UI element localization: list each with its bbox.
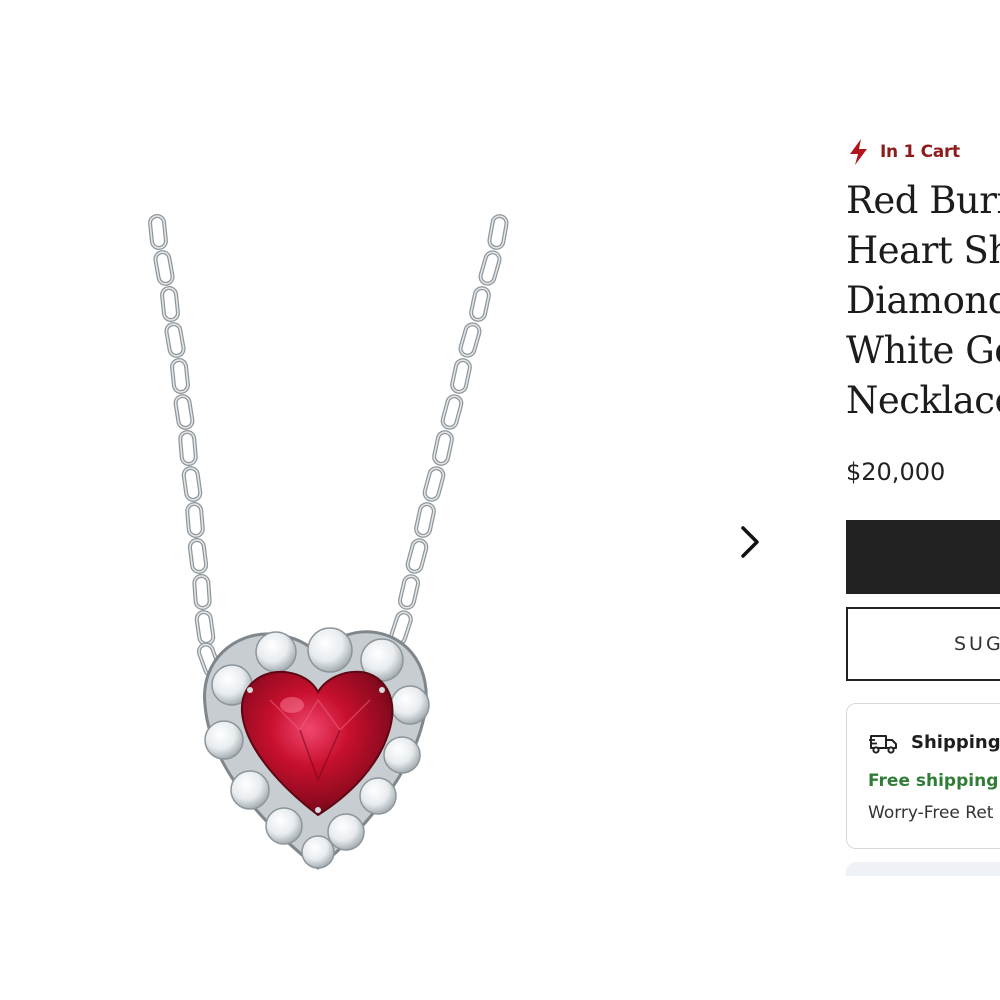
chevron-right-icon (741, 526, 759, 558)
product-title: Red Burm Heart Sha Diamond White Go Neck… (846, 176, 1000, 426)
gallery-next-button[interactable] (728, 520, 772, 564)
product-title-line: Heart Sha (846, 229, 1000, 272)
product-title-line: Necklace (846, 379, 1000, 422)
truck-icon (869, 735, 897, 754)
product-image[interactable] (0, 0, 720, 1000)
shipping-info-card: Shipping Free shipping Worry-Free Ret (846, 703, 1000, 849)
product-title-line: Red Burm (846, 179, 1000, 222)
product-title-line: Diamond (846, 279, 1000, 322)
shipping-title: Shipping (911, 732, 1000, 753)
returns-text: Worry-Free Ret (868, 803, 994, 823)
product-title-line: White Go (846, 329, 1000, 372)
chain-right (387, 213, 510, 648)
add-to-cart-button[interactable] (846, 520, 1000, 594)
bolt-icon (850, 139, 867, 165)
product-price: $20,000 (846, 458, 946, 486)
free-shipping-text: Free shipping (868, 771, 999, 791)
suggest-button[interactable]: SUG (846, 607, 1000, 681)
cart-count-badge: In 1 Cart (846, 138, 960, 166)
product-page: In 1 Cart Red Burm Heart Sha Diamond Whi… (0, 0, 1000, 1000)
chain-left (147, 213, 224, 680)
product-info-panel: In 1 Cart Red Burm Heart Sha Diamond Whi… (846, 0, 1000, 1000)
next-info-card (846, 862, 1000, 876)
cart-count-label: In 1 Cart (880, 142, 960, 162)
